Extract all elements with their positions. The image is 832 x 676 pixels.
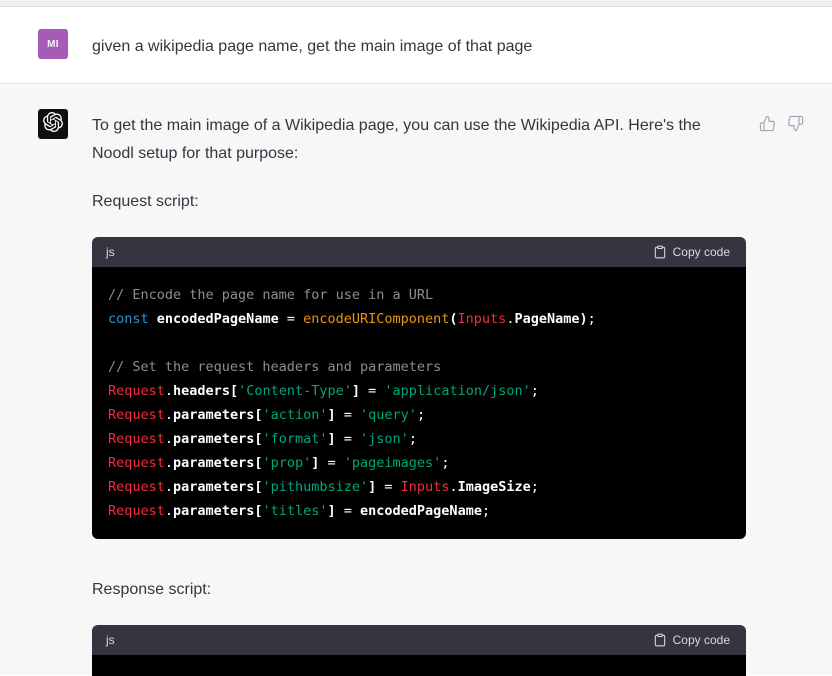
code-language-label: js bbox=[106, 245, 115, 259]
thumbs-up-icon bbox=[759, 115, 776, 132]
code-language-label: js bbox=[106, 633, 115, 647]
code-block-request: js Copy code // Encode the page name for… bbox=[92, 237, 746, 539]
thumbs-down-icon bbox=[787, 115, 804, 132]
copy-code-button[interactable]: Copy code bbox=[653, 633, 730, 647]
copy-code-label: Copy code bbox=[673, 633, 730, 647]
code-content: // Encode the page name for use in a URL… bbox=[92, 267, 746, 539]
chat-page: MI given a wikipedia page name, get the … bbox=[0, 0, 832, 676]
copy-code-button[interactable]: Copy code bbox=[653, 245, 730, 259]
assistant-paragraph-line1: To get the main image of a Wikipedia pag… bbox=[92, 112, 746, 140]
assistant-paragraph: To get the main image of a Wikipedia pag… bbox=[92, 84, 746, 168]
response-script-label: Response script: bbox=[92, 576, 746, 604]
previous-message-edge bbox=[0, 0, 832, 7]
code-content bbox=[92, 655, 746, 676]
assistant-avatar bbox=[38, 109, 68, 139]
openai-logo-icon bbox=[43, 112, 63, 137]
copy-code-label: Copy code bbox=[673, 245, 730, 259]
user-message-row: MI given a wikipedia page name, get the … bbox=[0, 7, 832, 84]
assistant-paragraph-line2: Noodl setup for that purpose: bbox=[92, 140, 746, 168]
clipboard-icon bbox=[653, 633, 667, 647]
message-feedback bbox=[758, 114, 804, 132]
thumbs-up-button[interactable] bbox=[758, 114, 776, 132]
request-script-label: Request script: bbox=[92, 188, 746, 216]
code-block-response: js Copy code bbox=[92, 625, 746, 676]
assistant-message-row: To get the main image of a Wikipedia pag… bbox=[0, 84, 832, 675]
code-block-header: js Copy code bbox=[92, 625, 746, 655]
user-avatar: MI bbox=[38, 29, 68, 59]
assistant-content: To get the main image of a Wikipedia pag… bbox=[92, 84, 746, 676]
code-block-header: js Copy code bbox=[92, 237, 746, 267]
clipboard-icon bbox=[653, 245, 667, 259]
thumbs-down-button[interactable] bbox=[786, 114, 804, 132]
user-message-text: given a wikipedia page name, get the mai… bbox=[92, 7, 752, 61]
